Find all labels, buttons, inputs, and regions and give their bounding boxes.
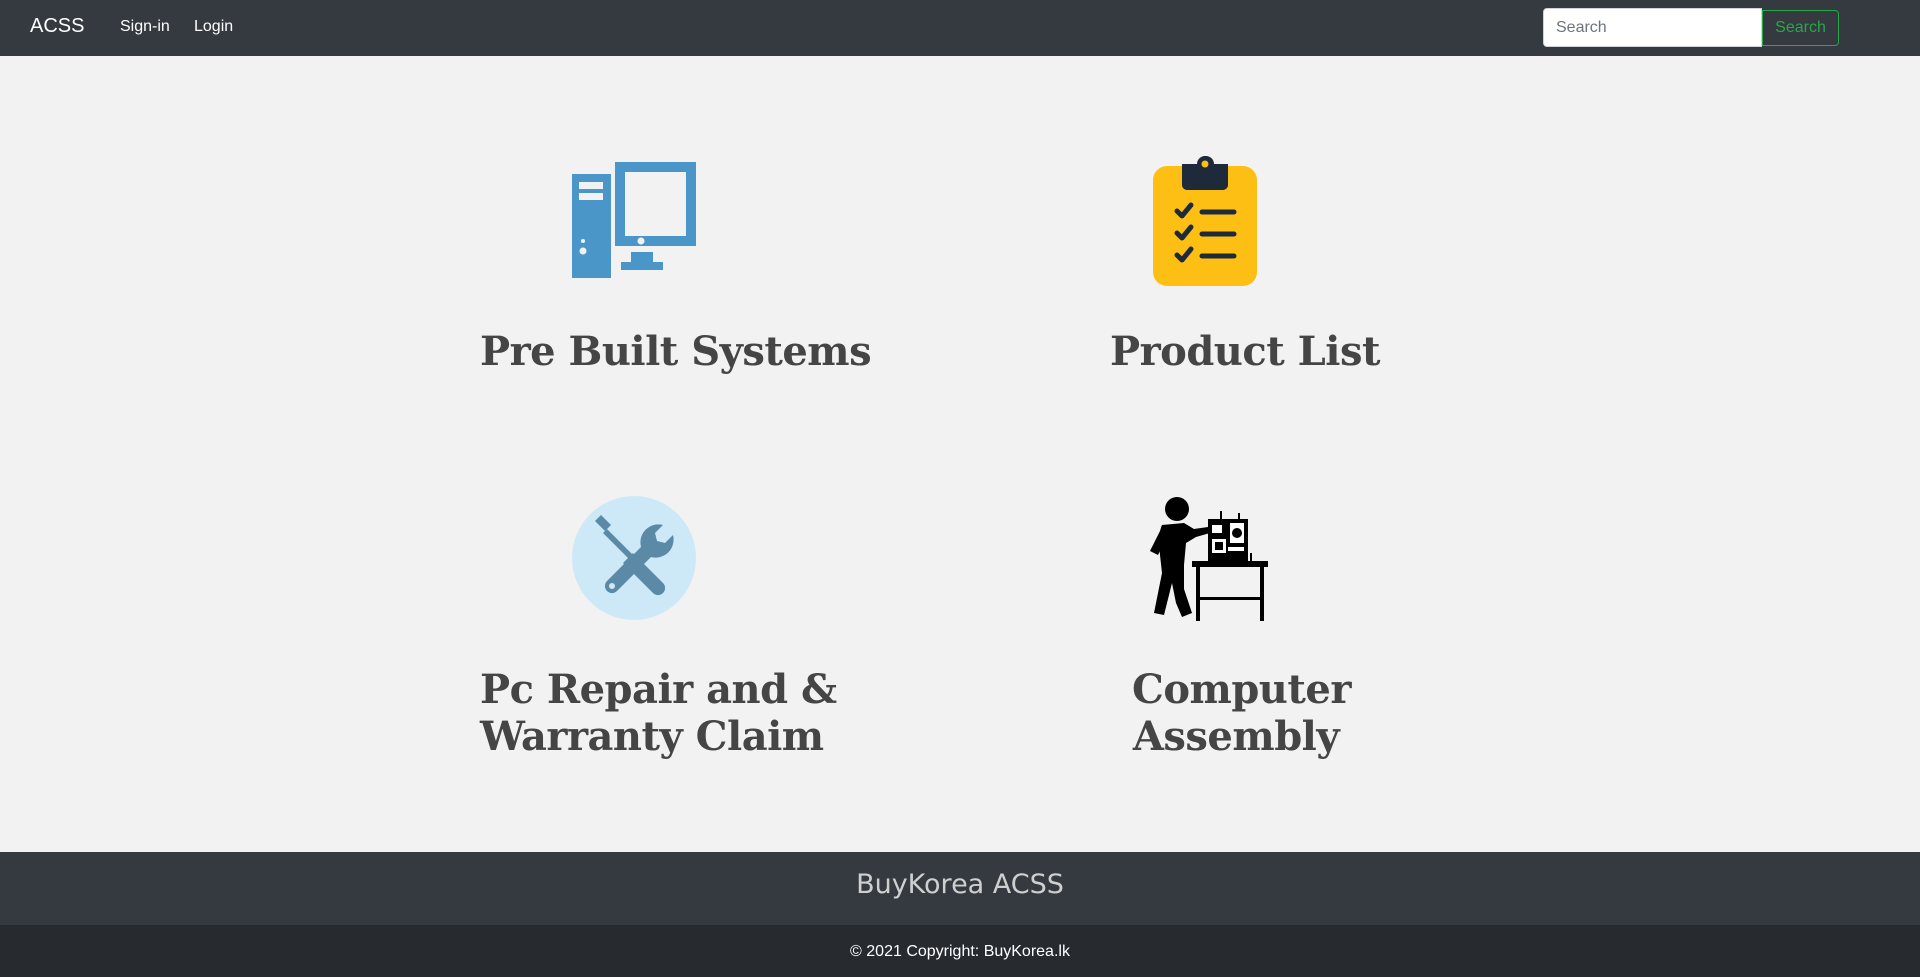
tools-repair-icon xyxy=(572,496,696,620)
brand-link[interactable]: ACSS xyxy=(30,15,84,38)
search-input[interactable] xyxy=(1543,8,1762,47)
card-pc-repair-warranty[interactable]: Pc Repair and & Warranty Claim xyxy=(470,490,850,780)
card-title-line: Pc Repair and & xyxy=(480,666,837,713)
copyright-bar: © 2021 Copyright: BuyKorea.lk xyxy=(0,925,1920,977)
card-title-line: Computer xyxy=(1132,666,1351,713)
card-title-line: Assembly xyxy=(1132,713,1340,760)
footer: BuyKorea ACSS xyxy=(0,852,1920,925)
card-title-line: Pre Built Systems xyxy=(480,328,872,375)
card-product-list[interactable]: Product List xyxy=(1080,150,1460,390)
nav-link-login[interactable]: Login xyxy=(194,18,233,36)
card-title-line: Warranty Claim xyxy=(480,713,824,760)
search-button[interactable]: Search xyxy=(1762,10,1839,46)
technician-assembly-icon xyxy=(1150,497,1268,621)
card-pre-built-systems[interactable]: Pre Built Systems xyxy=(470,150,872,390)
nav-link-sign-in[interactable]: Sign-in xyxy=(120,18,170,36)
footer-title: BuyKorea ACSS xyxy=(856,869,1064,900)
clipboard-checklist-icon xyxy=(1153,156,1257,286)
desktop-computer-icon xyxy=(572,162,696,278)
copyright-text: © 2021 Copyright: BuyKorea.lk xyxy=(0,943,1920,961)
card-computer-assembly[interactable]: Computer Assembly xyxy=(1080,490,1460,780)
copyright-prefix: © 2021 Copyright: xyxy=(850,943,984,960)
copyright-link[interactable]: BuyKorea.lk xyxy=(984,943,1070,960)
card-title-line: Product List xyxy=(1110,328,1380,375)
navbar: ACSS Sign-in Login Search xyxy=(0,0,1920,56)
